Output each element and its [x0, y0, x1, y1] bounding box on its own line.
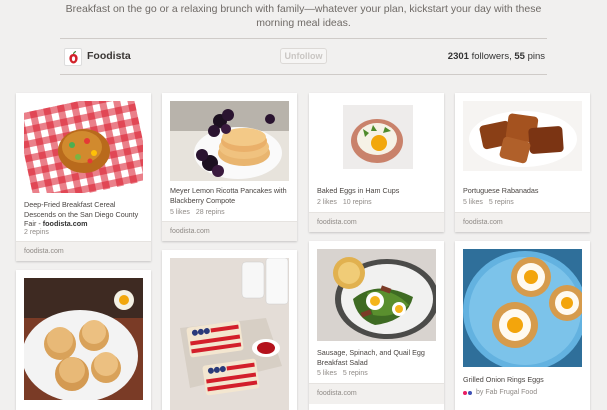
pin-stats: 2 likes 10 repins	[317, 199, 372, 206]
pin-card[interactable]: Baked Eggs in Ham Cups 2 likes 10 repins …	[309, 93, 444, 232]
pin-stats: 2 repins	[24, 229, 49, 236]
pin-card[interactable]: Deep-Fried Breakfast Cereal Descends on …	[16, 93, 151, 261]
pin-likes[interactable]: 2 likes	[317, 199, 337, 206]
pin-card[interactable]	[162, 250, 297, 410]
pins-label: pins	[527, 51, 545, 62]
pin-stats: 5 likes 28 repins	[170, 209, 225, 216]
pin-source-label: foodista.com	[317, 219, 357, 226]
pin-image[interactable]	[463, 249, 582, 367]
board-owner-name[interactable]: Foodista	[87, 50, 131, 62]
pin-title-link[interactable]: foodista.com	[43, 219, 88, 228]
unfollow-button[interactable]: Unfollow	[280, 48, 327, 64]
pin-stats: 5 likes 5 repins	[463, 199, 514, 206]
divider-top	[60, 38, 547, 39]
pin-card[interactable]: Grilled Onion Rings Eggs by Fab Frugal F…	[455, 241, 590, 410]
via-logo-icon	[463, 390, 467, 395]
pin-repins[interactable]: 10 repins	[343, 199, 372, 206]
pin-likes[interactable]: 5 likes	[463, 199, 483, 206]
pin-source-label: foodista.com	[317, 390, 357, 397]
pin-source-label: foodista.com	[24, 248, 64, 255]
pin-title[interactable]: Sausage, Spinach, and Quail Egg Breakfas…	[317, 348, 437, 367]
pin-card[interactable]: Portuguese Rabanadas 5 likes 5 repins foo…	[455, 93, 590, 232]
pin-source-label: foodista.com	[170, 228, 210, 235]
pin-card[interactable]: Sausage, Spinach, and Quail Egg Breakfas…	[309, 241, 444, 410]
pin-source[interactable]: foodista.com	[309, 212, 444, 232]
pin-title[interactable]: Portuguese Rabanadas	[463, 186, 583, 196]
pin-card[interactable]	[16, 270, 151, 410]
pin-title[interactable]: Baked Eggs in Ham Cups	[317, 186, 437, 196]
pin-image[interactable]	[170, 258, 289, 410]
via-logo-icon	[468, 390, 472, 395]
pin-source[interactable]: foodista.com	[16, 241, 151, 261]
board-stats: 2301 followers, 55 pins	[448, 51, 545, 62]
pin-repins[interactable]: 5 repins	[343, 370, 368, 377]
divider-bottom	[60, 74, 547, 75]
pin-title[interactable]: Deep-Fried Breakfast Cereal Descends on …	[24, 200, 144, 229]
pin-likes[interactable]: 5 likes	[170, 209, 190, 216]
pin-repins[interactable]: 5 repins	[489, 199, 514, 206]
board-header: Foodista Unfollow 2301 followers, 55 pin…	[60, 40, 547, 73]
pin-via-name[interactable]: Fab Frugal Food	[485, 389, 537, 396]
pin-stats: 5 likes 5 repins	[317, 370, 368, 377]
pin-image[interactable]	[24, 101, 143, 193]
pin-repins[interactable]: 28 repins	[196, 209, 225, 216]
followers-count[interactable]: 2301	[448, 51, 469, 62]
pin-image[interactable]	[317, 249, 436, 341]
pin-source[interactable]: foodista.com	[162, 221, 297, 241]
pin-likes[interactable]: 5 likes	[317, 370, 337, 377]
pins-count[interactable]: 55	[514, 51, 525, 62]
pin-image[interactable]	[170, 101, 289, 181]
pin-title[interactable]: Meyer Lemon Ricotta Pancakes with Blackb…	[170, 186, 290, 205]
pin-image[interactable]	[317, 101, 436, 171]
pin-via-prefix: by	[476, 389, 484, 396]
pin-card[interactable]: Meyer Lemon Ricotta Pancakes with Blackb…	[162, 93, 297, 241]
followers-label: followers,	[471, 51, 512, 62]
foodista-logo-icon[interactable]	[64, 48, 82, 66]
pin-repins[interactable]: 2 repins	[24, 229, 49, 236]
pin-source-label: foodista.com	[463, 219, 503, 226]
pin-image[interactable]	[24, 278, 143, 400]
pin-via[interactable]: by Fab Frugal Food	[463, 389, 537, 396]
pin-title[interactable]: Grilled Onion Rings Eggs	[463, 375, 583, 385]
pin-image[interactable]	[463, 101, 582, 171]
pin-source[interactable]: foodista.com	[309, 383, 444, 404]
pin-source[interactable]: foodista.com	[455, 212, 590, 232]
board-description: Breakfast on the go or a relaxing brunch…	[65, 3, 542, 29]
